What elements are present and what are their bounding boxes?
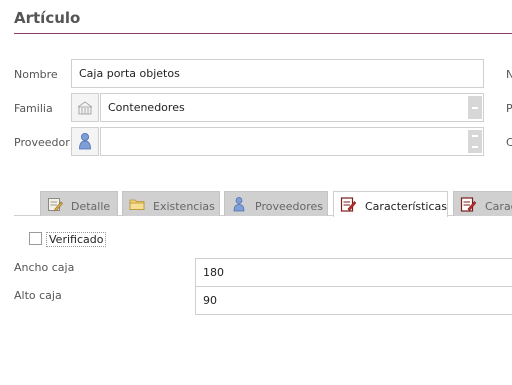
familia-dropdown-toggle[interactable] [468,96,482,119]
proveedor-select[interactable] [100,127,484,156]
nombre-value: Caja porta objetos [79,67,180,80]
familia-lookup-button[interactable] [71,93,99,122]
proveedor-lookup-button[interactable] [71,127,99,156]
tab-caracteristicas-label: Características [365,200,448,213]
notepad-pen-icon [340,197,356,212]
tab-proveedores[interactable]: Proveedores [224,191,328,216]
tab-detalle[interactable]: Detalle [40,191,118,216]
notepad-pen-icon [460,197,476,212]
alto-caja-field[interactable]: 90 [195,286,512,315]
tab-caracteristicas-2-label: Carac [485,200,512,213]
verificado-label[interactable]: Verificado [45,232,107,247]
person-icon [79,133,91,150]
ancho-caja-value: 180 [203,266,224,279]
tab-caracteristicas[interactable]: Características [333,191,448,217]
tab-detalle-label: Detalle [71,200,111,213]
title-divider [14,33,512,34]
tab-caracteristicas-2[interactable]: Carac [453,191,512,216]
ancho-caja-field[interactable]: 180 [195,258,512,287]
right-label-c: C [506,136,512,149]
familia-value: Contenedores [108,101,185,114]
building-icon [77,101,93,115]
right-label-p: P [506,102,512,115]
edit-note-icon [48,198,63,212]
person-icon [233,197,245,212]
nombre-field[interactable]: Caja porta objetos [71,59,484,88]
tab-existencias[interactable]: Existencias [122,191,220,216]
verificado-checkbox[interactable] [29,232,42,245]
right-label-n: N [506,68,512,81]
proveedor-dropdown-toggle[interactable] [468,130,482,153]
proveedor-label: Proveedor [14,136,70,149]
page-title: Artículo [14,9,81,27]
alto-caja-label: Alto caja [14,289,62,302]
familia-select[interactable]: Contenedores [100,93,484,122]
nombre-label: Nombre [14,68,58,81]
familia-label: Familia [14,102,53,115]
alto-caja-value: 90 [203,294,217,307]
tab-existencias-label: Existencias [153,200,215,213]
folder-icon [129,199,145,210]
tab-proveedores-label: Proveedores [255,200,323,213]
ancho-caja-label: Ancho caja [14,261,75,274]
